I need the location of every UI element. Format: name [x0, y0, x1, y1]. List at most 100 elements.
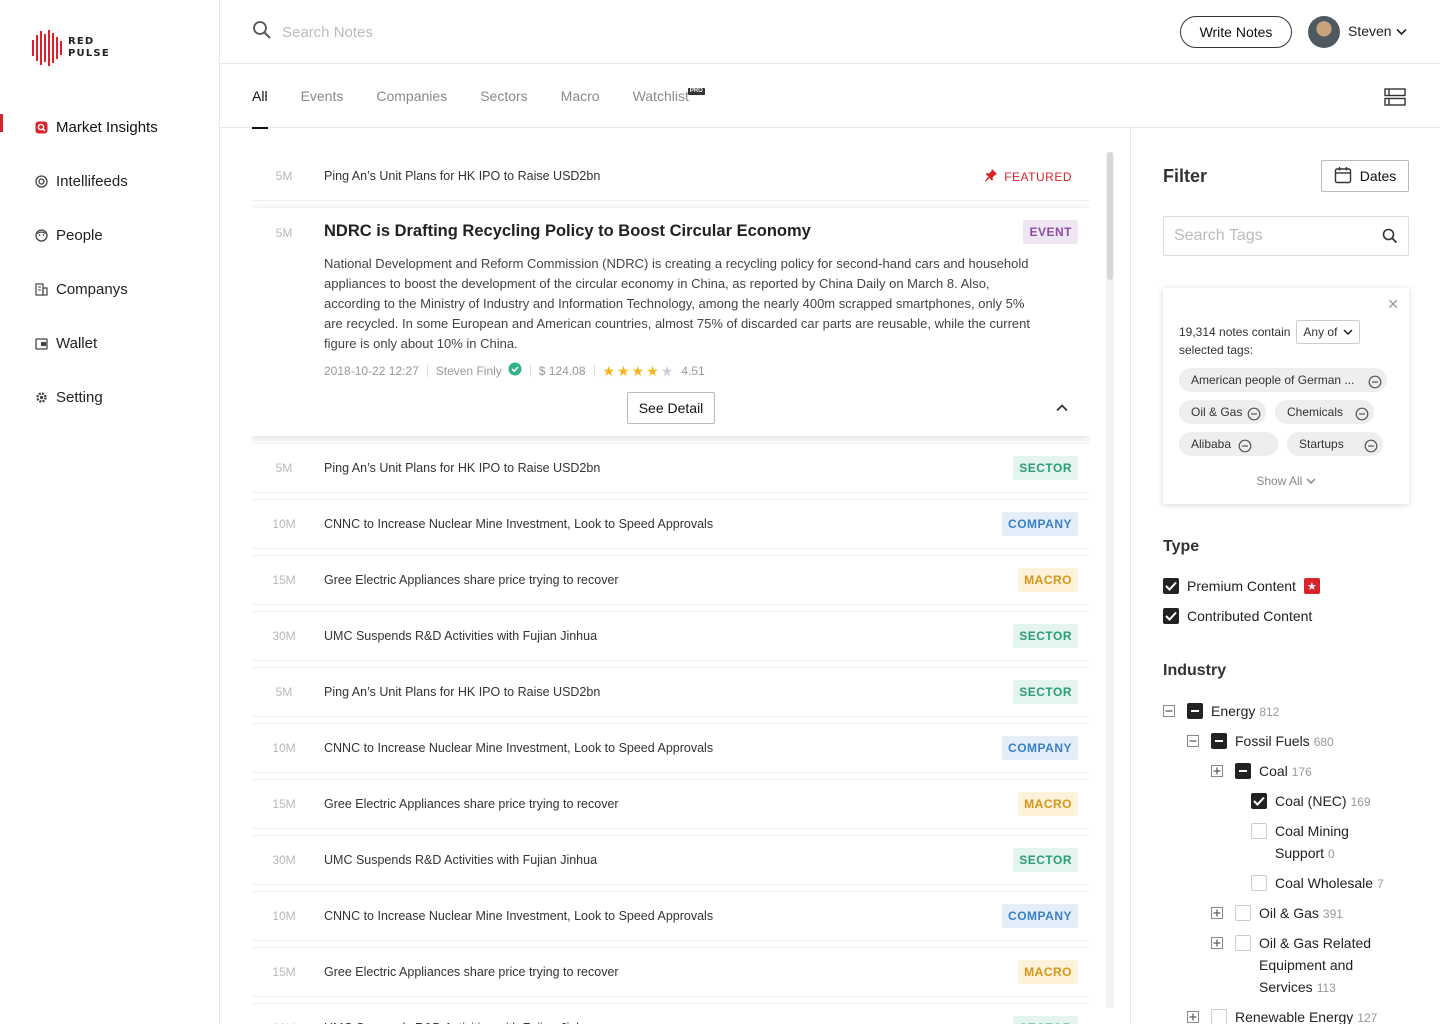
company-tag[interactable]: COMPANY [1002, 904, 1078, 928]
note-row[interactable]: 10M CNNC to Increase Nuclear Mine Investm… [252, 724, 1090, 772]
note-row[interactable]: 10M CNNC to Increase Nuclear Mine Investm… [252, 500, 1090, 548]
note-row[interactable]: 10M CNNC to Increase Nuclear Mine Investm… [252, 892, 1090, 940]
tab-sectors[interactable]: Sectors [480, 64, 527, 128]
main-nav: Market Insights Intellifeeds People Comp… [0, 100, 219, 424]
write-notes-button[interactable]: Write Notes [1180, 16, 1292, 48]
chevron-up-icon[interactable] [1054, 400, 1070, 416]
note-row[interactable]: 5M Ping An’s Unit Plans for HK IPO to Rai… [252, 668, 1090, 716]
sector-tag[interactable]: SECTOR [1013, 456, 1078, 480]
industry-item[interactable]: Oil & Gas 391 [1211, 902, 1343, 925]
macro-tag[interactable]: MACRO [1018, 960, 1078, 984]
expand-icon[interactable] [1211, 907, 1223, 919]
note-row[interactable]: 30MUMC Suspends R&D Activities with Fuji… [252, 1004, 1090, 1024]
checkbox-checked[interactable] [1163, 608, 1179, 624]
match-mode-select[interactable]: Any of [1296, 320, 1361, 344]
type-contributed-content[interactable]: Contributed Content [1163, 608, 1312, 624]
checkbox-unchecked[interactable] [1251, 823, 1267, 839]
tab-macro[interactable]: Macro [561, 64, 600, 128]
industry-item[interactable]: Energy 812 [1163, 700, 1279, 723]
note-row[interactable]: 15M Gree Electric Appliances share price … [252, 780, 1090, 828]
search-tags-input[interactable] [1174, 225, 1374, 247]
remove-circle-icon[interactable] [1368, 373, 1382, 389]
sector-tag[interactable]: SECTOR [1013, 1016, 1078, 1024]
checkbox-indeterminate[interactable] [1187, 703, 1203, 719]
sector-tag[interactable]: SECTOR [1013, 848, 1078, 872]
note-row[interactable]: 5M Ping An’s Unit Plans for HK IPO to Rai… [252, 444, 1090, 492]
star-icon: ★ [617, 362, 630, 379]
industry-item[interactable]: Oil & Gas Related Equipment and Services… [1211, 932, 1379, 999]
industry-item[interactable]: Coal (NEC) 169 [1251, 790, 1371, 813]
macro-tag[interactable]: MACRO [1018, 568, 1078, 592]
remove-circle-icon[interactable] [1247, 405, 1261, 421]
tag-chip[interactable]: Oil & Gas [1179, 400, 1266, 424]
scrollbar-thumb[interactable] [1107, 152, 1113, 280]
industry-item[interactable]: Fossil Fuels 680 [1187, 730, 1334, 753]
sector-tag[interactable]: SECTOR [1013, 624, 1078, 648]
nav-item-intellifeeds[interactable]: Intellifeeds [0, 154, 219, 208]
tag-chip[interactable]: American people of German ... [1179, 368, 1387, 392]
collapse-icon[interactable] [1163, 705, 1175, 717]
tab-events[interactable]: Events [301, 64, 344, 128]
search-icon[interactable] [1382, 228, 1398, 249]
checkbox-unchecked[interactable] [1251, 875, 1267, 891]
collapse-icon[interactable] [1187, 735, 1199, 747]
macro-tag[interactable]: MACRO [1018, 792, 1078, 816]
sector-tag[interactable]: SECTOR [1013, 680, 1078, 704]
nav-item-market-insights[interactable]: Market Insights [0, 100, 219, 154]
tag-chip[interactable]: Chemicals [1275, 400, 1374, 424]
sidebar: RED PULSE Market Insights Intellifeeds P… [0, 0, 220, 1024]
expand-icon[interactable] [1211, 937, 1223, 949]
close-icon[interactable]: ✕ [1387, 296, 1399, 313]
checkbox-unchecked[interactable] [1211, 1009, 1227, 1024]
card-author[interactable]: Steven Finly [436, 364, 502, 378]
nav-item-setting[interactable]: Setting [0, 370, 219, 424]
list-view-icon[interactable] [1384, 88, 1406, 106]
event-tag[interactable]: EVENT [1023, 220, 1078, 244]
search-notes-input[interactable] [282, 24, 682, 41]
feed-scrollbar[interactable] [1106, 152, 1114, 1008]
dates-button[interactable]: Dates [1321, 160, 1409, 192]
note-row[interactable]: 15M Gree Electric Appliances share price … [252, 556, 1090, 604]
checkbox-checked[interactable] [1251, 793, 1267, 809]
tag-chip[interactable]: Alibaba [1179, 432, 1278, 456]
tab-all[interactable]: All [252, 64, 268, 129]
show-all-toggle[interactable]: Show All [1163, 474, 1409, 488]
note-row[interactable]: 30MUMC Suspends R&D Activities with Fuji… [252, 612, 1090, 660]
expanded-note-card[interactable]: 5M NDRC is Drafting Recycling Policy to … [252, 208, 1090, 436]
nav-label: People [56, 226, 103, 244]
checkbox-unchecked[interactable] [1235, 935, 1251, 951]
expand-icon[interactable] [1187, 1011, 1199, 1023]
tag-chip[interactable]: Startups [1287, 432, 1383, 456]
see-detail-button[interactable]: See Detail [627, 392, 715, 424]
remove-circle-icon[interactable] [1238, 437, 1252, 453]
type-premium-content[interactable]: Premium Content ★ [1163, 578, 1320, 594]
industry-item[interactable]: Coal Wholesale 7 [1251, 872, 1384, 895]
industry-item[interactable]: Renewable Energy 127 [1187, 1006, 1377, 1024]
row-title: CNNC to Increase Nuclear Mine Investment… [324, 741, 714, 755]
red-pulse-logo[interactable]: RED PULSE [32, 30, 110, 66]
company-tag[interactable]: COMPANY [1002, 512, 1078, 536]
avatar[interactable] [1308, 16, 1340, 48]
user-menu[interactable]: Steven [1348, 23, 1407, 39]
note-row[interactable]: 30MUMC Suspends R&D Activities with Fuji… [252, 836, 1090, 884]
note-row[interactable]: 15M Gree Electric Appliances share price … [252, 948, 1090, 996]
industry-item[interactable]: Coal 176 [1211, 760, 1312, 783]
tab-companies[interactable]: Companies [376, 64, 447, 128]
checkbox-indeterminate[interactable] [1235, 763, 1251, 779]
remove-circle-icon[interactable] [1355, 405, 1369, 421]
tab-watchlist[interactable]: Watchlist PRO [633, 64, 705, 128]
company-tag[interactable]: COMPANY [1002, 736, 1078, 760]
remove-circle-icon[interactable] [1364, 437, 1378, 453]
nav-item-companys[interactable]: Companys [0, 262, 219, 316]
checkbox-unchecked[interactable] [1235, 905, 1251, 921]
checkbox-indeterminate[interactable] [1211, 733, 1227, 749]
nav-item-wallet[interactable]: Wallet [0, 316, 219, 370]
industry-item[interactable]: Coal Mining Support 0 [1251, 820, 1370, 865]
row-title: UMC Suspends R&D Activities with Fujian … [324, 853, 598, 867]
expand-icon[interactable] [1211, 765, 1223, 777]
featured-row[interactable]: 5M Ping An’s Unit Plans for HK IPO to Ra… [252, 152, 1090, 200]
checkbox-checked[interactable] [1163, 578, 1179, 594]
nav-item-people[interactable]: People [0, 208, 219, 262]
card-title[interactable]: NDRC is Drafting Recycling Policy to Boo… [324, 222, 811, 241]
chip-label: American people of German ... [1191, 373, 1355, 387]
